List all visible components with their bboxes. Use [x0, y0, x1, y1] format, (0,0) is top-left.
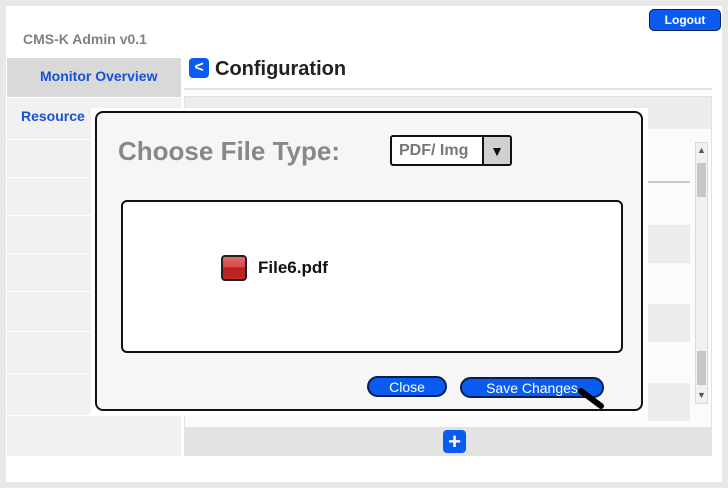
scroll-down-icon[interactable]: ▼ — [696, 389, 707, 401]
dialog-title: Choose File Type: — [118, 136, 340, 166]
pdf-file-icon — [221, 255, 247, 281]
add-button[interactable]: + — [443, 430, 466, 453]
file-name[interactable]: File6.pdf — [258, 258, 328, 278]
pen-cursor-icon — [578, 388, 604, 409]
file-type-select[interactable]: PDF/ Img ▼ — [390, 135, 512, 166]
list-item[interactable] — [648, 383, 690, 421]
sidebar-item-label: Resource — [21, 108, 85, 124]
chevron-down-icon[interactable]: ▼ — [482, 137, 510, 164]
list-item[interactable] — [648, 225, 690, 263]
scrollbar-thumb-lower[interactable] — [697, 351, 706, 385]
title-divider — [184, 88, 712, 90]
page-title: Configuration — [215, 58, 347, 80]
scrollbar[interactable]: ▲ ▼ — [695, 142, 708, 404]
sidebar-item-monitor-overview[interactable]: Monitor Overview — [7, 58, 181, 98]
close-button[interactable]: Close — [367, 376, 447, 397]
file-type-selected-value: PDF/ Img — [399, 142, 469, 159]
back-button[interactable]: < — [189, 58, 209, 78]
file-drop-area[interactable] — [121, 200, 623, 353]
plus-icon: + — [448, 428, 461, 454]
scrollbar-thumb[interactable] — [697, 163, 706, 197]
app-title: CMS-K Admin v0.1 — [23, 31, 147, 47]
scroll-up-icon[interactable]: ▲ — [696, 144, 707, 156]
sidebar-item-label: Monitor Overview — [40, 68, 158, 84]
chevron-left-icon: < — [194, 59, 204, 76]
list-divider — [648, 181, 690, 183]
logout-button[interactable]: Logout — [649, 9, 721, 31]
list-item[interactable] — [648, 304, 690, 342]
